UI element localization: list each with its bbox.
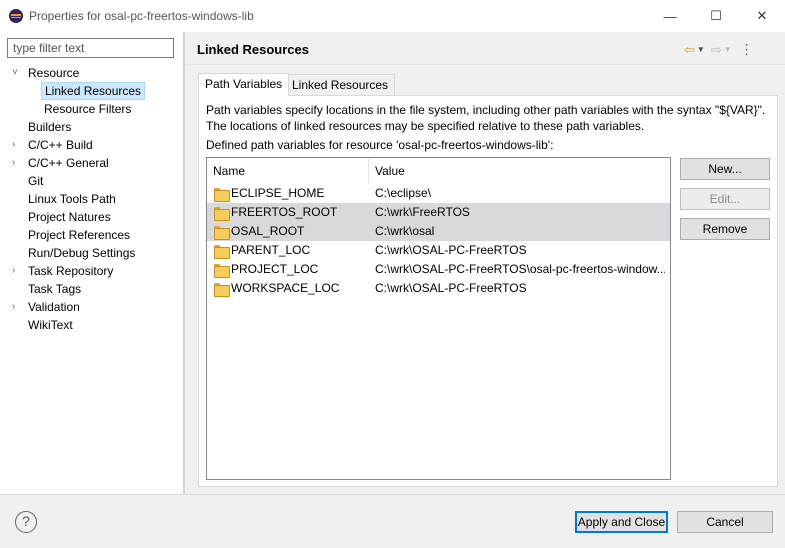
help-icon[interactable]: ? [15,511,37,533]
variable-value: C:\wrk\OSAL-PC-FreeRTOS [375,281,527,295]
path-variables-table[interactable]: Name Value ECLIPSE_HOME C:\eclipse\ FREE… [206,157,671,480]
tree-item-project-natures[interactable]: Project Natures [0,208,183,226]
tree-item-run-debug-settings[interactable]: Run/Debug Settings [0,244,183,262]
description-line: The locations of linked resources may be… [206,119,645,133]
forward-arrow-icon[interactable]: ⇨ [711,42,722,58]
tree-item-linux-tools-path[interactable]: Linux Tools Path [0,190,183,208]
tree-item-resource[interactable]: ˅ Resource [0,64,183,82]
column-header-value[interactable]: Value [369,158,405,184]
back-dropdown-icon[interactable]: ▼ [697,45,705,54]
footer-divider [0,494,785,495]
tree-item-builders[interactable]: Builders [0,118,183,136]
tree-item-task-tags[interactable]: Task Tags [0,280,183,298]
variable-value: C:\wrk\FreeRTOS [375,205,470,219]
table-header: Name Value [207,158,670,184]
description-line: Path variables specify locations in the … [206,103,766,117]
tree-item-label: Linked Resources [41,82,146,100]
edit-button[interactable]: Edit... [680,188,770,210]
tree-item-label: Resource [28,66,80,80]
table-row[interactable]: ECLIPSE_HOME C:\eclipse\ [207,184,670,203]
tree-item-label: C/C++ Build [28,138,93,152]
variable-value: C:\eclipse\ [375,186,432,200]
folder-icon [213,244,230,259]
tree-item-label: C/C++ General [28,156,109,170]
close-button[interactable]: ✕ [739,0,785,32]
minimize-button[interactable]: — [647,0,693,32]
chevron-right-icon[interactable]: › [12,154,22,172]
tree-item-project-references[interactable]: Project References [0,226,183,244]
tree-item-git[interactable]: Git [0,172,183,190]
tree-item-label: Run/Debug Settings [28,246,136,260]
property-tree: ˅ Resource Linked Resources Resource Fil… [0,64,183,334]
table-row[interactable]: FREERTOS_ROOT C:\wrk\FreeRTOS [207,203,670,222]
eclipse-icon [9,9,23,23]
maximize-button[interactable]: ☐ [693,0,739,32]
chevron-right-icon[interactable]: › [12,298,22,316]
variable-value: C:\wrk\osal [375,224,435,238]
folder-icon [213,263,230,278]
view-menu-icon[interactable]: ⋮ [740,41,754,58]
table-row[interactable]: OSAL_ROOT C:\wrk\osal [207,222,670,241]
back-arrow-icon[interactable]: ⇦ [684,42,695,58]
window-title: Properties for osal-pc-freertos-windows-… [29,9,254,23]
tree-item-label: Project Natures [28,210,111,224]
folder-icon [213,282,230,297]
tab-path-variables[interactable]: Path Variables [198,73,290,96]
tree-item-label: Resource Filters [44,102,132,116]
folder-icon [213,187,230,202]
tree-item-validation[interactable]: › Validation [0,298,183,316]
remove-button[interactable]: Remove [680,218,770,240]
variable-name: PROJECT_LOC [231,262,319,276]
table-row[interactable]: PROJECT_LOC C:\wrk\OSAL-PC-FreeRTOS\osal… [207,260,670,279]
variable-name: ECLIPSE_HOME [231,186,325,200]
forward-dropdown-icon[interactable]: ▼ [724,45,732,54]
tree-item-label: Task Tags [28,282,82,296]
tree-item-label: Task Repository [28,264,114,278]
chevron-right-icon[interactable]: › [12,136,22,154]
new-button[interactable]: New... [680,158,770,180]
filter-input[interactable]: type filter text [7,38,174,58]
apply-and-close-button[interactable]: Apply and Close [575,511,668,533]
tree-item-label: Builders [28,120,72,134]
tree-item-linked-resources[interactable]: Linked Resources [0,82,183,100]
variable-name: OSAL_ROOT [231,224,305,238]
tree-item-label: WikiText [28,318,73,332]
splitter[interactable] [183,32,185,494]
table-row[interactable]: WORKSPACE_LOC C:\wrk\OSAL-PC-FreeRTOS [207,279,670,298]
defined-variables-label: Defined path variables for resource 'osa… [206,138,554,152]
tree-item-label: Linux Tools Path [28,192,116,206]
variable-value: C:\wrk\OSAL-PC-FreeRTOS\osal-pc-freertos… [375,262,665,276]
tree-item-label: Git [28,174,44,188]
sidebar: type filter text ˅ Resource Linked Resou… [0,32,183,494]
variable-name: WORKSPACE_LOC [231,281,340,295]
tree-item-resource-filters[interactable]: Resource Filters [0,100,183,118]
description: Path variables specify locations in the … [206,102,772,134]
tree-item-label: Project References [28,228,131,242]
tree-item-wikitext[interactable]: WikiText [0,316,183,334]
column-header-name[interactable]: Name [207,158,245,184]
page-title: Linked Resources [197,42,309,57]
cancel-button[interactable]: Cancel [677,511,773,533]
folder-icon [213,225,230,240]
tab-linked-resources[interactable]: Linked Resources [285,74,396,96]
chevron-down-icon[interactable]: ˅ [12,64,22,82]
tree-item-task-repository[interactable]: › Task Repository [0,262,183,280]
table-row[interactable]: PARENT_LOC C:\wrk\OSAL-PC-FreeRTOS [207,241,670,260]
title-bar: Properties for osal-pc-freertos-windows-… [0,0,785,32]
variable-name: FREERTOS_ROOT [231,205,338,219]
divider [185,64,785,65]
navigation-toolbar: ⇦ ▼ ⇨ ▼ ⋮ [684,41,754,58]
variable-name: PARENT_LOC [231,243,311,257]
chevron-right-icon[interactable]: › [12,262,22,280]
folder-icon [213,206,230,221]
tree-item-cpp-build[interactable]: › C/C++ Build [0,136,183,154]
tree-item-cpp-general[interactable]: › C/C++ General [0,154,183,172]
tree-item-label: Validation [28,300,80,314]
variable-value: C:\wrk\OSAL-PC-FreeRTOS [375,243,527,257]
